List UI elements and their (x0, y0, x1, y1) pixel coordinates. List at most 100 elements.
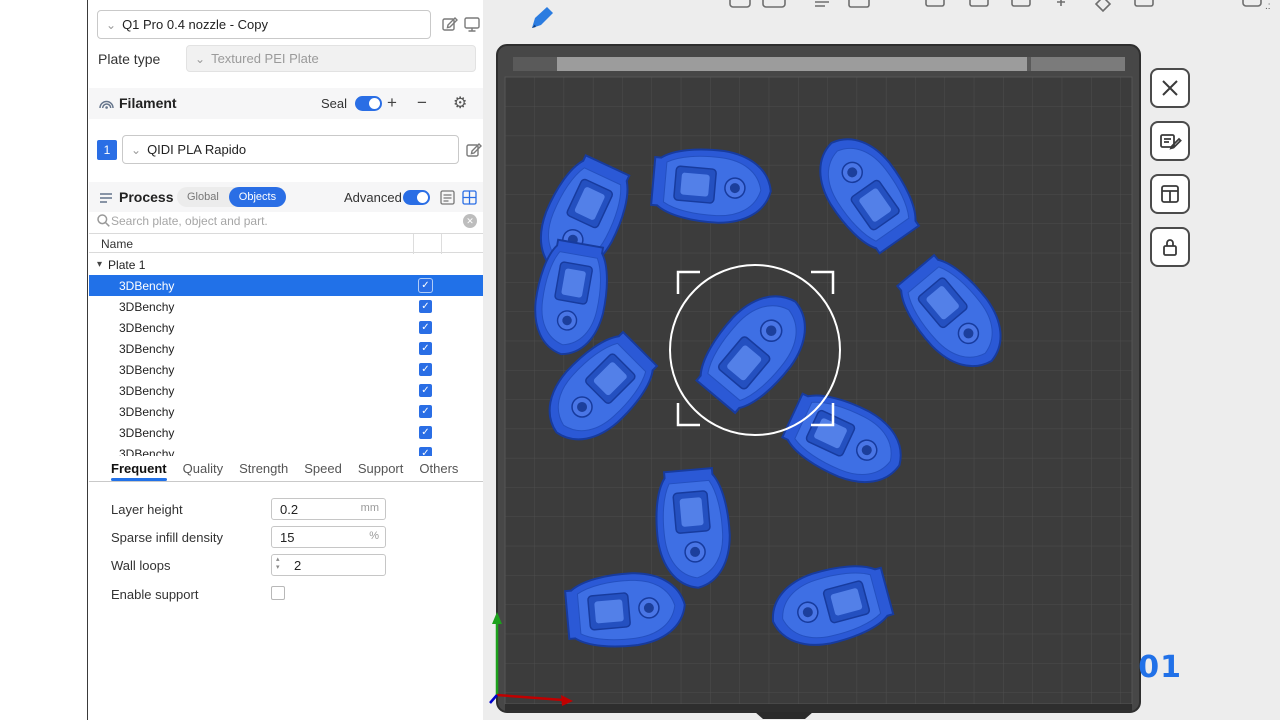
object-tree: ▾ Plate 1 3DBenchy✓ 3DBenchy✓ 3DBenchy✓ … (89, 254, 483, 456)
svg-text:.:: .: (1265, 1, 1271, 12)
visibility-checkbox[interactable]: ✓ (419, 426, 432, 439)
search-bar: ✕ (89, 211, 483, 232)
layer-height-field: mm (271, 498, 386, 520)
plate-type-label: Plate type (98, 51, 160, 67)
enable-support-label: Enable support (111, 587, 198, 602)
tree-item-label: 3DBenchy (119, 405, 174, 419)
sparse-infill-field: % (271, 526, 386, 548)
caret-down-icon[interactable]: ▾ (97, 259, 102, 270)
tree-item[interactable]: 3DBenchy✓ (89, 380, 483, 401)
printer-monitor-icon[interactable] (463, 15, 481, 33)
draw-tool-icon[interactable] (532, 7, 553, 28)
visibility-checkbox[interactable]: ✓ (419, 321, 432, 334)
chevron-down-icon: ⌄ (195, 53, 205, 65)
tree-item-label: 3DBenchy (119, 447, 174, 457)
left-panel: ⌄ Q1 Pro 0.4 nozzle - Copy Plate type ⌄ … (89, 0, 483, 720)
clear-search-icon[interactable]: ✕ (463, 214, 477, 228)
tab-quality[interactable]: Quality (183, 461, 223, 481)
remove-filament-button[interactable]: − (417, 92, 427, 114)
sparse-infill-label: Sparse infill density (111, 530, 223, 545)
visibility-checkbox[interactable]: ✓ (419, 363, 432, 376)
tree-item[interactable]: 3DBenchy ✓ (89, 401, 483, 422)
seal-toggle[interactable] (355, 96, 382, 111)
tree-item[interactable]: 3DBenchy ✓ (89, 422, 483, 443)
visibility-checkbox[interactable]: ✓ (419, 384, 432, 397)
tree-item-label: 3DBenchy (119, 279, 174, 293)
process-title: Process (119, 189, 173, 205)
build-plate-scene[interactable]: .: (483, 0, 1280, 720)
process-section: Process Global Objects Advanced (89, 182, 483, 212)
visibility-checkbox[interactable]: ✓ (419, 447, 432, 456)
printer-select[interactable]: ⌄ Q1 Pro 0.4 nozzle - Copy (97, 10, 431, 39)
sparse-infill-unit: % (369, 530, 379, 542)
advanced-toggle[interactable] (403, 190, 430, 205)
visibility-checkbox[interactable]: ✓ (419, 279, 432, 292)
process-scope-switch[interactable]: Global Objects (177, 187, 286, 207)
visibility-checkbox[interactable]: ✓ (419, 405, 432, 418)
tab-support[interactable]: Support (358, 461, 404, 481)
wall-loops-label: Wall loops (111, 558, 170, 573)
search-input[interactable] (111, 212, 451, 230)
edit-printer-icon[interactable] (441, 15, 459, 33)
filament-section: Filament Seal + − ⚙ (89, 88, 483, 119)
tree-item-label: 3DBenchy (119, 342, 174, 356)
process-icon (97, 189, 115, 210)
tab-speed[interactable]: Speed (304, 461, 342, 481)
plate-row-label: Plate 1 (108, 258, 145, 272)
tree-item-label: 3DBenchy (119, 426, 174, 440)
visibility-checkbox[interactable]: ✓ (419, 342, 432, 355)
column-divider (413, 234, 414, 254)
object-list-header: Name (89, 233, 483, 253)
visibility-checkbox[interactable]: ✓ (419, 300, 432, 313)
tree-item[interactable]: 3DBenchy ✓ (89, 275, 483, 296)
edit-filament-icon[interactable] (465, 141, 483, 159)
column-divider (441, 234, 442, 254)
filament-slot-number[interactable]: 1 (97, 140, 117, 160)
tab-frequent[interactable]: Frequent (111, 461, 167, 481)
viewport-3d[interactable]: .: (483, 0, 1280, 720)
process-list-icon[interactable] (439, 189, 457, 207)
plate-settings-button[interactable] (1150, 174, 1190, 214)
add-filament-button[interactable]: + (387, 92, 397, 114)
spin-up-icon[interactable]: ▴ (276, 556, 280, 564)
filament-select[interactable]: ⌄ QIDI PLA Rapido (122, 135, 459, 164)
printer-name: Q1 Pro 0.4 nozzle - Copy (122, 17, 268, 32)
tree-item[interactable]: 3DBenchy ✓ (89, 317, 483, 338)
tree-item[interactable]: 3DBenchy ✓ (89, 443, 483, 456)
wall-loops-field: ▴ ▾ (271, 554, 386, 576)
close-plate-button[interactable] (1150, 68, 1190, 108)
toolbar-cropped-icons[interactable]: .: (730, 0, 1271, 12)
tree-item[interactable]: 3DBenchy ✓ (89, 359, 483, 380)
seal-label: Seal (321, 96, 347, 111)
chevron-down-icon: ⌄ (106, 19, 116, 31)
tree-plate-row[interactable]: ▾ Plate 1 (89, 254, 483, 275)
filament-name: QIDI PLA Rapido (147, 142, 246, 157)
parameter-table-icon[interactable] (461, 189, 479, 207)
enable-support-checkbox[interactable] (271, 586, 285, 600)
tree-item-label: 3DBenchy (119, 363, 174, 377)
advanced-label: Advanced (344, 190, 402, 205)
settings-tabs: Frequent Quality Strength Speed Support … (89, 458, 483, 482)
plate-type-value: Textured PEI Plate (211, 51, 319, 66)
filament-settings-gear-icon[interactable]: ⚙ (453, 93, 467, 113)
left-gutter (0, 0, 88, 720)
filament-spool-icon (97, 95, 115, 116)
filament-title: Filament (119, 95, 177, 111)
plate-type-select[interactable]: ⌄ Textured PEI Plate (186, 45, 476, 72)
wall-loops-input[interactable] (271, 554, 386, 576)
spin-down-icon[interactable]: ▾ (276, 564, 280, 572)
lock-button[interactable] (1150, 227, 1190, 267)
tab-strength[interactable]: Strength (239, 461, 288, 481)
scope-global-pill[interactable]: Global (177, 187, 229, 207)
wall-loops-stepper[interactable]: ▴ ▾ (276, 556, 280, 572)
auto-orient-button[interactable] (1150, 121, 1190, 161)
tree-item[interactable]: 3DBenchy✓ (89, 296, 483, 317)
tab-others[interactable]: Others (419, 461, 458, 481)
chevron-down-icon: ⌄ (131, 144, 141, 156)
layer-height-label: Layer height (111, 502, 183, 517)
tree-item-label: 3DBenchy (119, 321, 174, 335)
tree-item[interactable]: 3DBenchy ✓ (89, 338, 483, 359)
scope-objects-pill[interactable]: Objects (229, 187, 286, 207)
plate-number[interactable]: 01 (1138, 650, 1182, 685)
search-icon (96, 213, 111, 231)
